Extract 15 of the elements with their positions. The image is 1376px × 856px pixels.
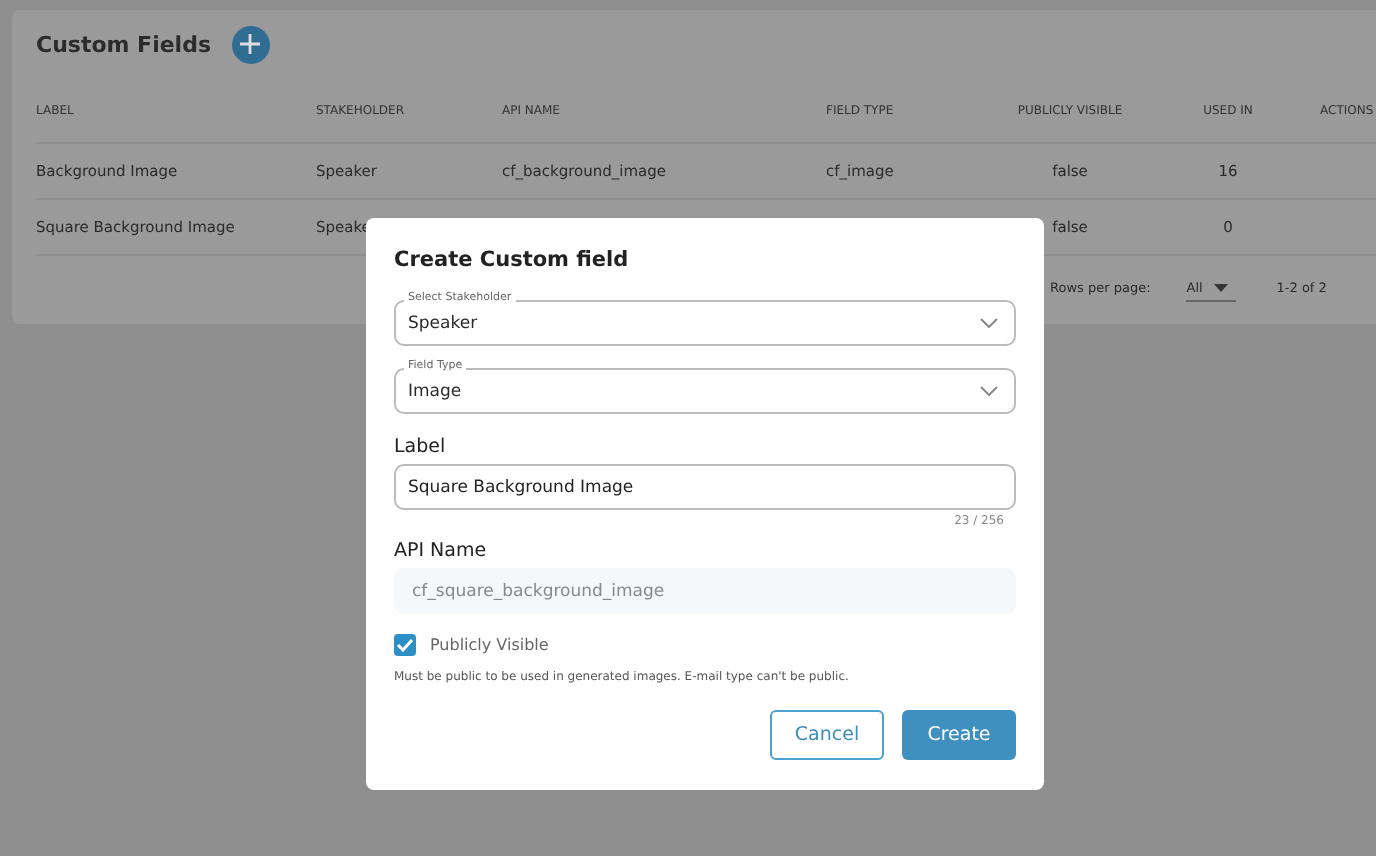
- checkbox-label: Publicly Visible: [430, 636, 549, 654]
- add-button[interactable]: [231, 25, 269, 63]
- plus-icon: [240, 34, 260, 54]
- chevron-down-icon: [980, 318, 998, 328]
- caret-icon: [1214, 283, 1229, 291]
- label-input[interactable]: Square Background Image: [394, 464, 1016, 510]
- dialog-title: Create Custom field: [394, 248, 631, 272]
- api-name-input[interactable]: cf_square_background_image: [394, 568, 1016, 614]
- cancel-button[interactable]: Cancel: [770, 710, 884, 760]
- field-label: Label: [394, 436, 448, 458]
- create-button[interactable]: Create: [902, 710, 1016, 760]
- page-title: Custom Fields: [36, 31, 211, 57]
- field-label: API Name: [394, 540, 489, 562]
- checkbox[interactable]: [394, 634, 416, 656]
- chevron-down-icon: [980, 386, 998, 396]
